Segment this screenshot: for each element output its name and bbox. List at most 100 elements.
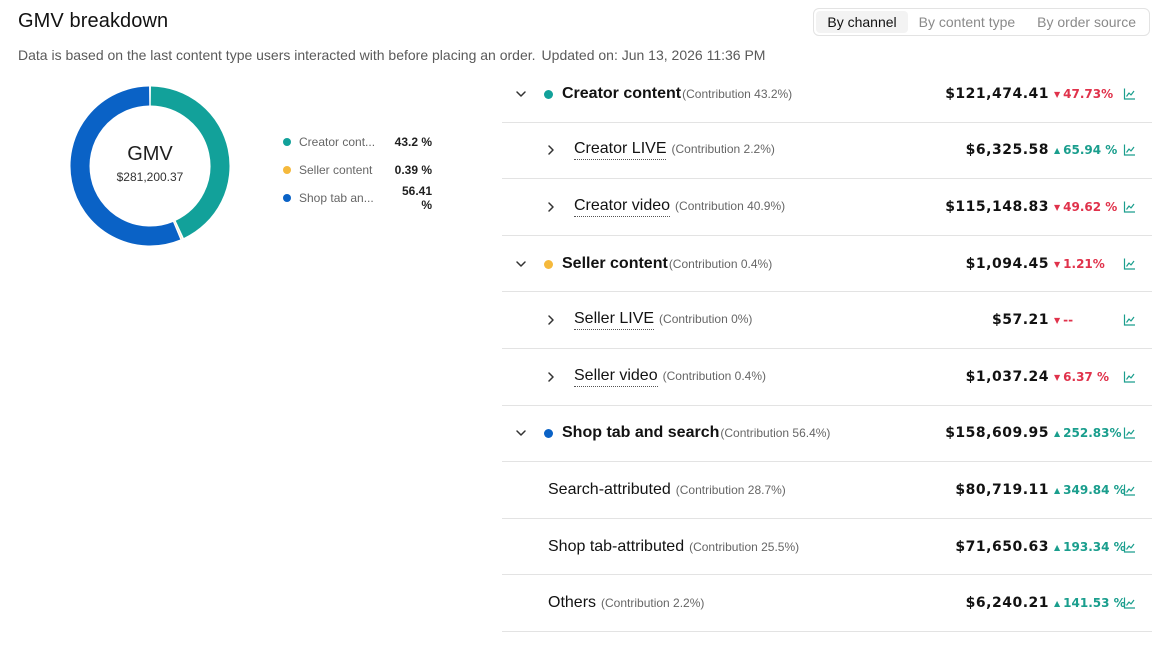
triangle-up-icon: ▲	[1054, 542, 1061, 552]
triangle-up-icon: ▲	[1054, 485, 1061, 495]
chevron-down-icon[interactable]	[514, 426, 528, 440]
row-label[interactable]: Seller video	[574, 367, 658, 387]
chevron-right-icon[interactable]	[544, 200, 558, 214]
legend-name: Creator cont...	[299, 135, 376, 149]
table-row[interactable]: Seller content (Contribution 0.4%) $1,094.…	[502, 236, 1152, 293]
row-contribution: (Contribution 2.2%)	[671, 142, 775, 157]
row-change-value: 141.53 %	[1063, 596, 1126, 611]
row-name: Creator video (Contribution 40.9%)	[574, 197, 785, 217]
trend-chart-icon[interactable]	[1123, 257, 1136, 270]
table-row[interactable]: Creator LIVE (Contribution 2.2%) $6,325.58…	[502, 123, 1152, 180]
triangle-down-icon: ▼	[1054, 372, 1061, 382]
table-row[interactable]: Search-attributed (Contribution 28.7%) $80…	[502, 462, 1152, 519]
row-label: Seller content	[562, 254, 668, 272]
triangle-down-icon: ▼	[1054, 316, 1061, 326]
table-row[interactable]: Creator content (Contribution 43.2%) $121,…	[502, 66, 1152, 123]
row-contribution: (Contribution 28.7%)	[675, 482, 786, 497]
row-name: Seller video (Contribution 0.4%)	[574, 367, 766, 387]
table-row[interactable]: Others (Contribution 2.2%) $6,240.21 ▲ 141.5…	[502, 575, 1152, 632]
row-change-value: 49.62 %	[1063, 199, 1118, 214]
row-label[interactable]: Creator LIVE	[574, 140, 667, 161]
trend-chart-icon[interactable]	[1123, 483, 1136, 496]
trend-chart-icon[interactable]	[1123, 144, 1136, 157]
chevron-right-icon[interactable]	[544, 313, 558, 327]
trend-chart-icon[interactable]	[1123, 370, 1136, 383]
row-label[interactable]: Creator video	[574, 197, 671, 217]
legend-name: Seller content	[299, 163, 373, 177]
trend-chart-icon[interactable]	[1123, 427, 1136, 440]
row-change-value: 1.21%	[1063, 256, 1105, 271]
row-contribution: (Contribution 0.4%)	[662, 368, 766, 383]
row-label: Shop tab-attributed	[548, 537, 685, 555]
donut-label: GMV	[127, 142, 173, 165]
legend-dot	[283, 166, 291, 174]
row-gmv-value: $1,037.24	[965, 368, 1049, 385]
data-note: Data is based on the last content type u…	[18, 47, 765, 63]
row-contribution: (Contribution 43.2%)	[682, 86, 793, 101]
row-change: ▼ 1.21%	[1054, 257, 1114, 271]
table-row[interactable]: Shop tab-attributed (Contribution 25.5%) $…	[502, 519, 1152, 576]
legend-percent: 56.41 %	[401, 184, 432, 212]
row-change-value: 6.37 %	[1063, 369, 1109, 384]
row-gmv-value: $71,650.63	[955, 538, 1049, 555]
row-change-value: 193.34 %	[1063, 539, 1126, 554]
channel-color-dot	[544, 89, 553, 99]
triangle-down-icon: ▼	[1054, 89, 1061, 99]
donut-center: GMV $281,200.37	[65, 81, 235, 251]
legend-item[interactable]: Creator cont... 43.2 %	[283, 128, 432, 156]
tab-by-channel[interactable]: By channel	[816, 11, 908, 33]
trend-chart-icon[interactable]	[1123, 87, 1136, 100]
row-contribution: (Contribution 0%)	[659, 312, 753, 327]
row-gmv-value: $115,148.83	[945, 198, 1049, 215]
triangle-down-icon: ▼	[1054, 259, 1061, 269]
row-gmv-value: $158,609.95	[945, 425, 1049, 442]
row-label: Creator content	[562, 84, 682, 102]
table-row[interactable]: Seller LIVE (Contribution 0%) $57.21 ▼ --	[502, 292, 1152, 349]
trend-chart-icon[interactable]	[1123, 540, 1136, 553]
row-name: Shop tab and search (Contribution 56.4%)	[562, 424, 830, 442]
tab-by-content-type[interactable]: By content type	[908, 11, 1027, 33]
row-contribution: (Contribution 40.9%)	[675, 198, 786, 213]
row-name: Search-attributed (Contribution 28.7%)	[548, 481, 786, 499]
donut-total: $281,200.37	[116, 169, 184, 184]
gmv-donut-chart: GMV $281,200.37	[65, 81, 235, 251]
row-contribution: (Contribution 56.4%)	[720, 426, 831, 441]
legend-item[interactable]: Seller content 0.39 %	[283, 156, 432, 184]
legend-percent: 43.2 %	[394, 135, 432, 149]
table-row[interactable]: Shop tab and search (Contribution 56.4%) $…	[502, 406, 1152, 463]
donut-legend: Creator cont... 43.2 % Seller content 0.39 …	[283, 128, 432, 212]
row-gmv-value: $57.21	[991, 312, 1049, 329]
row-gmv-value: $80,719.11	[955, 481, 1049, 498]
chevron-down-icon[interactable]	[514, 87, 528, 101]
data-note-text: Data is based on the last content type u…	[18, 47, 536, 63]
tab-by-order-source[interactable]: By order source	[1026, 11, 1147, 33]
legend-dot	[283, 138, 291, 146]
row-label: Others	[548, 594, 597, 612]
legend-item[interactable]: Shop tab an... 56.41 %	[283, 184, 432, 212]
row-change-value: 47.73%	[1063, 86, 1114, 101]
row-change: ▲ 252.83%	[1054, 426, 1122, 440]
row-contribution: (Contribution 0.4%)	[668, 256, 773, 271]
row-name: Seller LIVE (Contribution 0%)	[574, 310, 753, 331]
trend-chart-icon[interactable]	[1123, 597, 1136, 610]
updated-timestamp: Updated on: Jun 13, 2026 11:36 PM	[541, 47, 766, 63]
chevron-down-icon[interactable]	[514, 257, 528, 271]
row-contribution: (Contribution 25.5%)	[689, 539, 800, 554]
row-label[interactable]: Seller LIVE	[574, 310, 655, 331]
legend-percent: 0.39 %	[394, 163, 432, 177]
row-label: Shop tab and search	[562, 424, 720, 442]
row-name: Shop tab-attributed (Contribution 25.5%)	[548, 538, 799, 556]
table-row[interactable]: Creator video (Contribution 40.9%) $115,14…	[502, 179, 1152, 236]
legend-name: Shop tab an...	[299, 191, 374, 205]
row-label: Search-attributed	[548, 480, 671, 498]
row-change: ▲ 349.84 %	[1054, 483, 1126, 497]
table-row[interactable]: Seller video (Contribution 0.4%) $1,037.24…	[502, 349, 1152, 406]
row-change: ▼ 49.62 %	[1054, 199, 1118, 214]
gmv-breakdown-panel: GMV breakdown Data is based on the last …	[0, 0, 1152, 649]
trend-chart-icon[interactable]	[1123, 314, 1136, 327]
chevron-right-icon[interactable]	[544, 143, 558, 157]
row-change: ▲ 141.53 %	[1054, 596, 1126, 610]
chevron-right-icon[interactable]	[544, 370, 558, 384]
row-name: Seller content (Contribution 0.4%)	[562, 255, 772, 273]
trend-chart-icon[interactable]	[1123, 200, 1136, 213]
